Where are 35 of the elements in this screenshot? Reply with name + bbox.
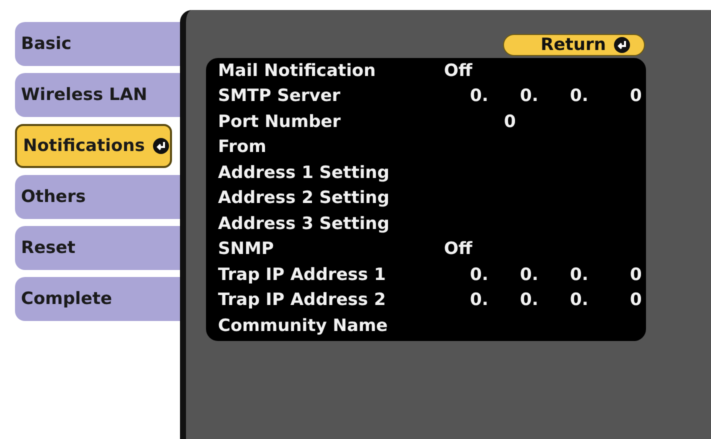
ip-octet: 0. [570,264,590,285]
setting-label[interactable]: Address 2 Setting [218,188,444,208]
ip-octet: 0. [570,290,590,310]
setting-label[interactable]: Mail Notification [218,60,444,81]
setting-label[interactable]: Community Name [218,316,444,336]
setting-label[interactable]: Address 3 Setting [218,214,444,234]
menu-tab[interactable]: Notifications [15,124,172,168]
menu-tab[interactable]: Wireless LAN [15,73,180,117]
setting-value: Off [444,60,472,81]
menu-tab[interactable]: Reset [15,226,180,270]
ip-octet: 0. [470,290,490,310]
setting-label[interactable]: Port Number [218,112,444,132]
setting-label[interactable]: Address 1 Setting [218,162,444,183]
ip-octet: 0. [520,290,540,310]
setting-label[interactable]: Trap IP Address 2 [218,290,444,310]
enter-icon [614,37,630,53]
setting-value: 0 [504,112,516,132]
menu-tab[interactable]: Basic [15,22,180,66]
menu-tab[interactable]: Complete [15,277,180,321]
setting-value: Off [444,239,472,260]
ip-octet: 0 [630,290,642,310]
ip-octet: 0 [630,264,642,285]
ip-octet: 0. [570,86,590,106]
ip-octet: 0. [470,264,490,285]
enter-icon [152,138,169,154]
ip-octet: 0. [470,86,490,106]
setting-label[interactable]: Trap IP Address 1 [218,264,444,285]
ip-octet: 0. [520,264,540,285]
ip-octet: 0. [520,86,540,106]
setting-label[interactable]: From [218,137,444,158]
menu-tab[interactable]: Others [15,175,180,219]
setting-label[interactable]: SNMP [218,239,444,260]
setting-label[interactable]: SMTP Server [218,86,444,106]
ip-octet: 0 [630,86,642,106]
return-button[interactable]: Return [503,34,645,56]
